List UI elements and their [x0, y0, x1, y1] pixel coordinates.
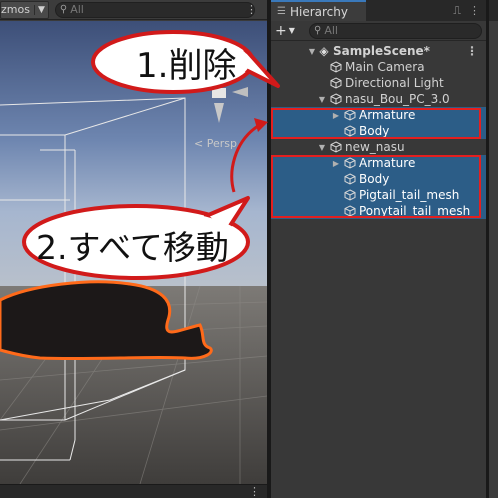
gizmos-dropdown-icon[interactable]: ▼: [33, 4, 45, 15]
scene-row[interactable]: ▼ ◈ SampleScene* ⋮: [271, 43, 486, 59]
gameobject-icon: [329, 77, 343, 89]
scene-name: SampleScene*: [333, 44, 430, 58]
move-highlight-box: [271, 155, 481, 218]
gizmos-label: zmos: [1, 3, 30, 16]
hierarchy-item[interactable]: ▼ nasu_Bou_PC_3.0: [271, 91, 486, 107]
gizmos-button[interactable]: zmos ▼: [0, 0, 49, 19]
hierarchy-item-label: Main Camera: [345, 60, 425, 74]
hierarchy-item-label: Directional Light: [345, 76, 444, 90]
list-icon: ☰: [277, 6, 286, 17]
callout-move-text: 2.すべて移動: [36, 228, 229, 267]
hierarchy-item[interactable]: ▼ new_nasu: [271, 139, 486, 155]
chevron-down-icon[interactable]: ▼: [317, 95, 327, 104]
scene-bottom-panel: ⋮: [0, 484, 267, 498]
hierarchy-item[interactable]: Main Camera: [271, 59, 486, 75]
chevron-down-icon[interactable]: ▼: [307, 47, 317, 56]
hierarchy-search-placeholder: All: [324, 24, 338, 37]
callout-delete-text: 1.削除: [136, 46, 237, 86]
hierarchy-tabbar: ☰ Hierarchy ⎍ ⋮: [271, 0, 486, 21]
chevron-down-icon[interactable]: ▼: [317, 143, 327, 152]
tab-menu-icon[interactable]: ⋮: [469, 4, 480, 18]
scene-search-placeholder: All: [70, 3, 84, 16]
inspector-tabbar: [489, 0, 498, 21]
hierarchy-toolbar: + ▼ ⚲ All: [271, 21, 486, 41]
scene-menu-icon[interactable]: ⋮: [466, 44, 478, 58]
gameobject-icon: [329, 141, 343, 153]
hierarchy-item-label: new_nasu: [345, 140, 405, 154]
inspector-panel-edge: [486, 0, 498, 498]
bottom-menu-icon[interactable]: ⋮: [249, 485, 260, 498]
tab-actions: ⎍ ⋮: [453, 4, 480, 18]
tab-hierarchy-label: Hierarchy: [289, 4, 348, 19]
scene-search-input[interactable]: ⚲ All: [54, 1, 255, 18]
scene-toolbar: zmos ▼ ⚲ All: [0, 0, 267, 20]
red-curved-arrow: [230, 118, 268, 193]
tab-hierarchy[interactable]: ☰ Hierarchy: [271, 0, 366, 21]
gameobject-icon: [329, 61, 343, 73]
delete-highlight-box: [271, 108, 481, 139]
hierarchy-search-input[interactable]: ⚲ All: [309, 22, 482, 39]
search-icon: ⚲: [314, 25, 322, 36]
hierarchy-panel: ☰ Hierarchy ⎍ ⋮ + ▼ ⚲ All ▼ ◈ SampleScen…: [271, 0, 486, 498]
chevron-down-icon: ▼: [288, 26, 295, 35]
unity-scene-icon: ◈: [319, 44, 329, 58]
lock-icon[interactable]: ⎍: [453, 4, 461, 18]
hierarchy-item[interactable]: Directional Light: [271, 75, 486, 91]
scene-menu-icon[interactable]: ⋮: [246, 3, 257, 16]
hierarchy-item-label: nasu_Bou_PC_3.0: [345, 92, 450, 106]
search-icon: ⚲: [59, 4, 68, 15]
gameobject-icon: [329, 93, 343, 105]
